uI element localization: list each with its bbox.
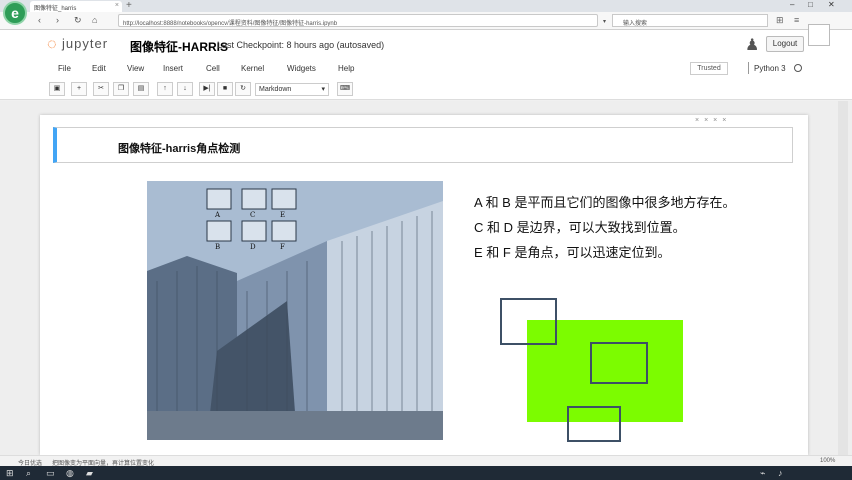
browser-taskbar-icon[interactable]: ◍ [66,468,74,479]
menu-insert[interactable]: Insert [163,64,183,73]
cut-icon: ✂ [98,85,104,92]
menu-cell[interactable]: Cell [206,64,220,73]
chevron-down-icon[interactable]: ▾ [603,18,606,25]
menu-edit[interactable]: Edit [92,64,106,73]
keyboard-icon: ⌨ [339,85,351,92]
network-icon[interactable]: ⌁ [760,468,765,479]
copy-button[interactable]: ❐ [113,82,129,96]
windows-start-icon[interactable]: ⊞ [6,468,14,479]
text-line-2: C 和 D 是边界，可以大致找到位置。 [474,220,686,235]
close-icon[interactable]: × [115,2,119,9]
move-up-button[interactable]: ↑ [157,82,173,96]
kernel-name: Python 3 [754,64,786,73]
stop-icon: ■ [222,85,228,92]
menu-file[interactable]: File [58,64,71,73]
cell-heading: 图像特征-harris角点检测 [118,143,241,155]
text-line-3: E 和 F 是角点，可以迅速定位到。 [474,245,671,260]
trusted-badge[interactable]: Trusted [690,62,728,75]
menu-view[interactable]: View [127,64,144,73]
run-icon: ▶| [203,85,211,92]
minimize-icon[interactable]: – [790,0,794,9]
plus-icon: + [76,85,82,92]
figure-label-d: D [250,243,256,251]
move-down-button[interactable]: ↓ [177,82,193,96]
building-illustration: A C E B D F [147,181,443,440]
building-image: A C E B D F [147,181,443,440]
user-icon: ♟ [745,37,760,54]
save-button[interactable]: ▣ [49,82,65,96]
browser-logo-icon: e [3,1,27,25]
side-panel-icon[interactable] [808,24,830,46]
task-view-icon[interactable]: ▭ [46,468,55,479]
copy-icon: ❐ [117,85,125,92]
menu-kernel[interactable]: Kernel [241,64,264,73]
jupyter-logo-icon[interactable]: ◌ [47,36,57,54]
figure-label-b: B [215,243,220,251]
back-icon[interactable]: ‹ [38,15,41,25]
scrollbar[interactable] [838,101,848,455]
menu-widgets[interactable]: Widgets [287,64,316,73]
folder-icon[interactable]: ▰ [86,468,93,479]
down-icon: ↓ [183,85,187,92]
command-palette-button[interactable]: ⌨ [337,82,353,96]
cell-type-select[interactable]: Markdown ▾ [255,83,329,96]
kernel-status-icon [794,64,802,72]
figure-label-a: A [214,211,221,219]
extensions-icon[interactable]: ⊞ [776,15,784,26]
cell-type-value: Markdown [259,86,292,93]
cut-button[interactable]: ✂ [93,82,109,96]
run-button[interactable]: ▶| [199,82,215,96]
add-cell-button[interactable]: + [71,82,87,96]
url-input[interactable]: http://localhost:8888/notebooks/opencv/课… [118,14,598,27]
stop-button[interactable]: ■ [217,82,233,96]
zoom-level[interactable]: 100% [820,458,835,464]
maximize-icon[interactable]: □ [808,0,813,9]
jupyter-header [0,30,852,58]
figure-label-e: E [280,211,285,219]
save-icon: ▣ [53,85,61,92]
logout-button[interactable]: Logout [766,36,804,52]
figure-label-f: F [280,243,285,251]
text-line-1: A 和 B 是平而且它们的图像中很多地方存在。 [474,195,736,210]
status-bar: 今日优选 把图像变为平面向量，再计算位置变化 100% [0,455,852,467]
reload-icon[interactable]: ↻ [74,15,82,26]
browser-tab[interactable]: 图像特征_harris × [30,1,122,12]
new-tab-icon[interactable]: + [126,0,132,11]
paste-button[interactable]: ▤ [133,82,149,96]
jupyter-logo-text[interactable]: jupyter [62,36,108,51]
home-icon[interactable]: ⌂ [92,15,97,25]
search-input[interactable]: 输入搜索 [612,14,768,27]
menu-help[interactable]: Help [338,64,354,73]
forward-icon[interactable]: › [56,15,59,25]
volume-icon[interactable]: ♪ [778,468,783,478]
taskbar: ⊞ ⌕ ▭ ◍ ▰ ⌁ ♪ [0,466,852,480]
paste-icon: ▤ [137,85,145,92]
chevron-down-icon: ▾ [321,86,325,93]
corner-diagram [500,298,683,442]
restart-icon: ↻ [240,85,246,92]
checkpoint-status: Last Checkpoint: 8 hours ago (autosaved) [217,40,385,50]
restart-button[interactable]: ↻ [235,82,251,96]
notebook-title[interactable]: 图像特征-HARRIS [130,38,228,55]
cell-tools-icons[interactable]: ×××× [695,117,731,124]
menu-icon[interactable]: ≡ [794,15,799,25]
close-window-icon[interactable]: ✕ [828,0,835,9]
up-icon: ↑ [163,85,167,92]
search-icon[interactable]: ⌕ [26,468,31,479]
figure-label-c: C [250,211,255,219]
kernel-divider [748,62,749,74]
